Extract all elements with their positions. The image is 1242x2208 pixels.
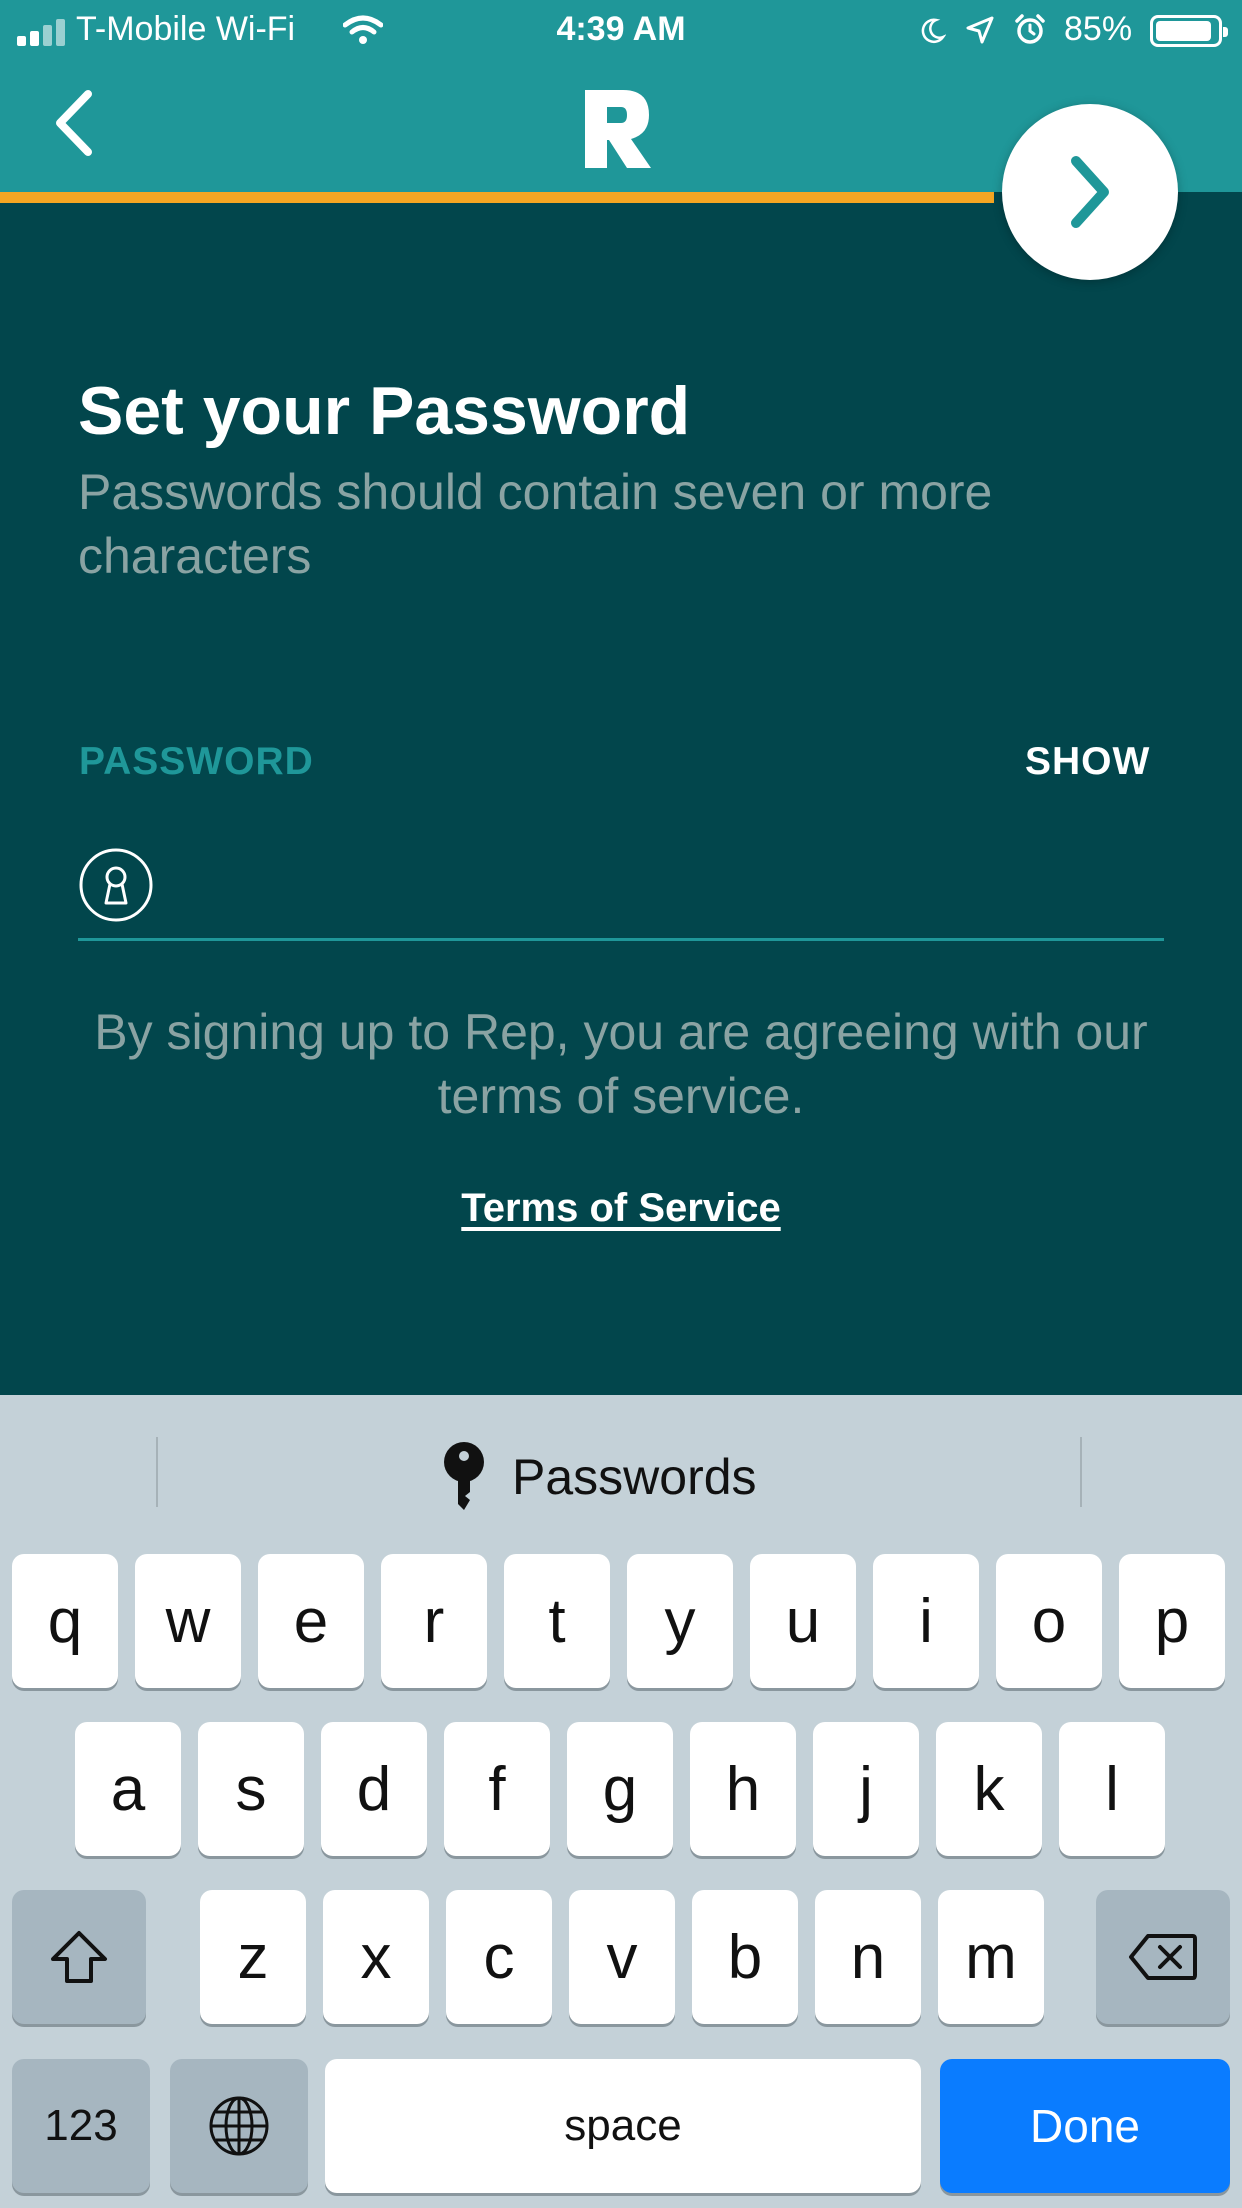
key-m[interactable]: m [938, 1890, 1044, 2024]
key-u[interactable]: u [750, 1554, 856, 1688]
key-v[interactable]: v [569, 1890, 675, 2024]
key-x[interactable]: x [323, 1890, 429, 2024]
suggestion-divider [156, 1437, 158, 1507]
next-chevron-icon [1071, 156, 1109, 228]
keyboard: Passwords qwertyuiop asdfghjkl zxcvbnm 1… [0, 1395, 1242, 2208]
key-s[interactable]: s [198, 1722, 304, 1856]
shift-icon [51, 1931, 107, 1983]
key-n[interactable]: n [815, 1890, 921, 2024]
status-bar: T-Mobile Wi-Fi 4:39 AM 85% [0, 0, 1242, 62]
key-k[interactable]: k [936, 1722, 1042, 1856]
key-p[interactable]: p [1119, 1554, 1225, 1688]
page-subtitle: Passwords should contain seven or more c… [78, 464, 993, 584]
terms-of-service-link[interactable]: Terms of Service [0, 1186, 1242, 1231]
key-q[interactable]: q [12, 1554, 118, 1688]
key-c[interactable]: c [446, 1890, 552, 2024]
terms-text: By signing up to Rep, you are agreeing w… [94, 1004, 1148, 1124]
page-title: Set your Password [78, 373, 691, 449]
key-r[interactable]: r [381, 1554, 487, 1688]
clock: 4:39 AM [556, 10, 686, 48]
shift-key[interactable] [12, 1890, 146, 2024]
terms-link-label[interactable]: Terms of Service [461, 1186, 780, 1230]
key-l[interactable]: l [1059, 1722, 1165, 1856]
progress-fill [0, 192, 994, 203]
moon-icon [921, 18, 946, 44]
password-field[interactable] [78, 845, 1164, 941]
lock-keyhole-icon [79, 848, 153, 922]
battery-percent: 85% [1064, 10, 1133, 48]
next-button[interactable] [1002, 104, 1178, 280]
key-icon [444, 1442, 484, 1510]
backspace-icon [1129, 1934, 1197, 1980]
numbers-key[interactable]: 123 [12, 2059, 150, 2193]
key-w[interactable]: w [135, 1554, 241, 1688]
key-a[interactable]: a [75, 1722, 181, 1856]
key-f[interactable]: f [444, 1722, 550, 1856]
password-label: PASSWORD [79, 740, 314, 783]
key-y[interactable]: y [627, 1554, 733, 1688]
suggestion-divider [1080, 1437, 1082, 1507]
suggestion-bar: Passwords [0, 1395, 1242, 1545]
passwords-suggestion[interactable]: Passwords [440, 1437, 757, 1517]
key-g[interactable]: g [567, 1722, 673, 1856]
backspace-key[interactable] [1096, 1890, 1230, 2024]
rep-logo [585, 90, 651, 168]
back-chevron-icon[interactable] [50, 88, 100, 158]
show-password-button[interactable]: SHOW [1025, 740, 1150, 784]
key-d[interactable]: d [321, 1722, 427, 1856]
key-j[interactable]: j [813, 1722, 919, 1856]
key-t[interactable]: t [504, 1554, 610, 1688]
globe-key[interactable] [170, 2059, 308, 2193]
key-i[interactable]: i [873, 1554, 979, 1688]
space-key[interactable]: space [325, 2059, 921, 2193]
location-icon [966, 16, 994, 44]
key-e[interactable]: e [258, 1554, 364, 1688]
globe-icon [209, 2096, 269, 2156]
key-z[interactable]: z [200, 1890, 306, 2024]
done-key[interactable]: Done [940, 2059, 1230, 2193]
alarm-icon [1015, 14, 1045, 44]
key-b[interactable]: b [692, 1890, 798, 2024]
key-o[interactable]: o [996, 1554, 1102, 1688]
battery-icon [1150, 15, 1228, 47]
key-h[interactable]: h [690, 1722, 796, 1856]
passwords-suggestion-label: Passwords [512, 1449, 757, 1505]
